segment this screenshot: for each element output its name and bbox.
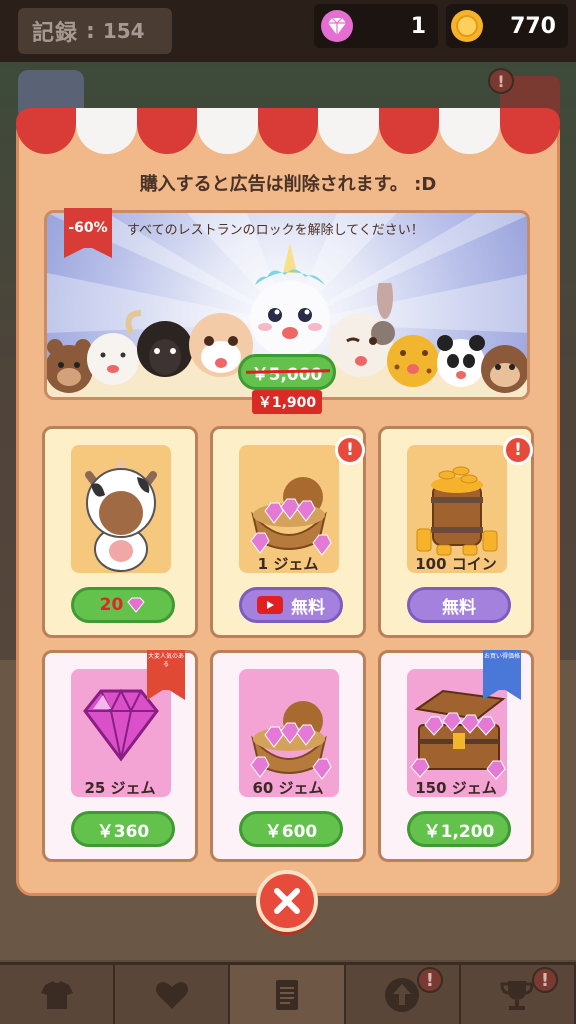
shirt-icon bbox=[40, 980, 73, 1009]
item-card-1-gem[interactable]: ! 1 ジェム 無料 bbox=[210, 426, 366, 638]
buy-cow-costume-button[interactable]: 20 bbox=[71, 587, 175, 623]
buy-25-gems-button[interactable]: ￥360 bbox=[71, 811, 175, 847]
popular-ribbon: 大変人気のある bbox=[147, 650, 185, 702]
free-label: 無料 bbox=[442, 597, 476, 618]
heart-icon bbox=[155, 981, 188, 1009]
item-label: 25 ジェム bbox=[84, 779, 156, 797]
gem-icon bbox=[321, 10, 353, 42]
close-icon bbox=[274, 888, 300, 914]
awning-stripe bbox=[197, 108, 258, 154]
gem-icon bbox=[127, 597, 145, 613]
bottom-nav: ! ! bbox=[0, 962, 576, 1024]
record-label: 記録 bbox=[32, 21, 79, 46]
unicorn-character bbox=[250, 243, 330, 357]
awning-stripe bbox=[318, 108, 379, 154]
nav-item-favorites[interactable] bbox=[115, 965, 231, 1024]
best-value-ribbon: お買い得価格 bbox=[483, 650, 521, 702]
price-label: ￥600 bbox=[264, 821, 318, 842]
buy-150-gems-button[interactable]: ￥1,200 bbox=[407, 811, 511, 847]
awning-stripe bbox=[76, 108, 137, 154]
item-card-25-gems[interactable]: 大変人気のある 25 ジェム ￥360 bbox=[42, 650, 198, 862]
item-label: 1 ジェム bbox=[257, 555, 319, 573]
nav-item-upgrade[interactable]: ! bbox=[346, 965, 461, 1024]
coin-counter[interactable]: 770 bbox=[446, 4, 568, 48]
gem-counter[interactable]: 1 bbox=[314, 4, 438, 48]
sale-price-badge: ￥1,900 bbox=[252, 390, 322, 414]
ribbon-tail bbox=[483, 688, 521, 700]
item-card-100-coins[interactable]: ! 100 コイン 無料 bbox=[378, 426, 534, 638]
ribbon-text: 大変人気のある bbox=[147, 650, 185, 690]
awning-stripe bbox=[499, 108, 560, 154]
awning-stripe bbox=[439, 108, 500, 154]
nav-item-menu[interactable] bbox=[230, 965, 346, 1024]
bear-character bbox=[47, 339, 93, 393]
free-label: 無料 bbox=[291, 597, 325, 618]
ad-removal-notice: 購入すると広告は削除されます。 :D bbox=[139, 174, 437, 195]
cow-costume-icon bbox=[85, 459, 157, 572]
shop-alert-badge: ! bbox=[488, 68, 514, 94]
gem-count: 1 bbox=[410, 13, 426, 39]
ribbon-text: お買い得価格 bbox=[483, 650, 521, 690]
buy-60-gems-button[interactable]: ￥600 bbox=[239, 811, 343, 847]
watch-ad-free-gem-button[interactable]: 無料 bbox=[239, 587, 343, 623]
close-button[interactable] bbox=[256, 870, 318, 932]
nav-item-outfit[interactable] bbox=[0, 965, 116, 1024]
video-ad-icon bbox=[257, 596, 283, 614]
alert-badge: ! bbox=[503, 435, 533, 465]
item-label: 60 ジェム bbox=[252, 779, 324, 797]
awning-stripe bbox=[257, 108, 319, 154]
alert-badge: ! bbox=[335, 435, 365, 465]
coin-icon bbox=[451, 10, 483, 42]
discount-label: -60% bbox=[64, 208, 112, 248]
item-label: 150 ジェム bbox=[415, 779, 497, 797]
coin-count: 770 bbox=[510, 13, 556, 39]
ribbon-tail bbox=[147, 688, 185, 700]
awning-stripe bbox=[378, 108, 440, 154]
cow-costume-image bbox=[71, 445, 171, 573]
item-card-60-gems[interactable]: 60 ジェム ￥600 bbox=[210, 650, 366, 862]
nav-item-trophy[interactable]: ! bbox=[461, 965, 576, 1024]
item-label: 100 コイン bbox=[415, 555, 497, 573]
awning-stripe bbox=[16, 108, 77, 154]
record-counter: 記録 : 154 bbox=[18, 8, 172, 54]
price-label: ￥1,200 bbox=[423, 821, 495, 842]
item-card-150-gems[interactable]: お買い得価格 150 ジェム ￥1,200 bbox=[378, 650, 534, 862]
cow-costume-price: 20 bbox=[99, 595, 124, 615]
item-card-cow-costume[interactable]: 20 bbox=[42, 426, 198, 638]
free-coins-button[interactable]: 無料 bbox=[407, 587, 511, 623]
upgrade-alert-badge: ! bbox=[416, 967, 443, 993]
banner-title: すべてのレストランのロックを解除してください！ bbox=[127, 223, 424, 238]
price-label: ￥360 bbox=[96, 821, 150, 842]
trophy-alert-badge: ! bbox=[532, 967, 559, 993]
record-colon: : bbox=[86, 18, 95, 44]
record-value: 154 bbox=[102, 19, 145, 43]
discount-ribbon-tail bbox=[64, 246, 112, 258]
discount-ribbon: -60% bbox=[64, 208, 112, 258]
document-icon bbox=[276, 979, 298, 1010]
shop-awning bbox=[16, 108, 560, 154]
awning-stripe bbox=[136, 108, 198, 154]
